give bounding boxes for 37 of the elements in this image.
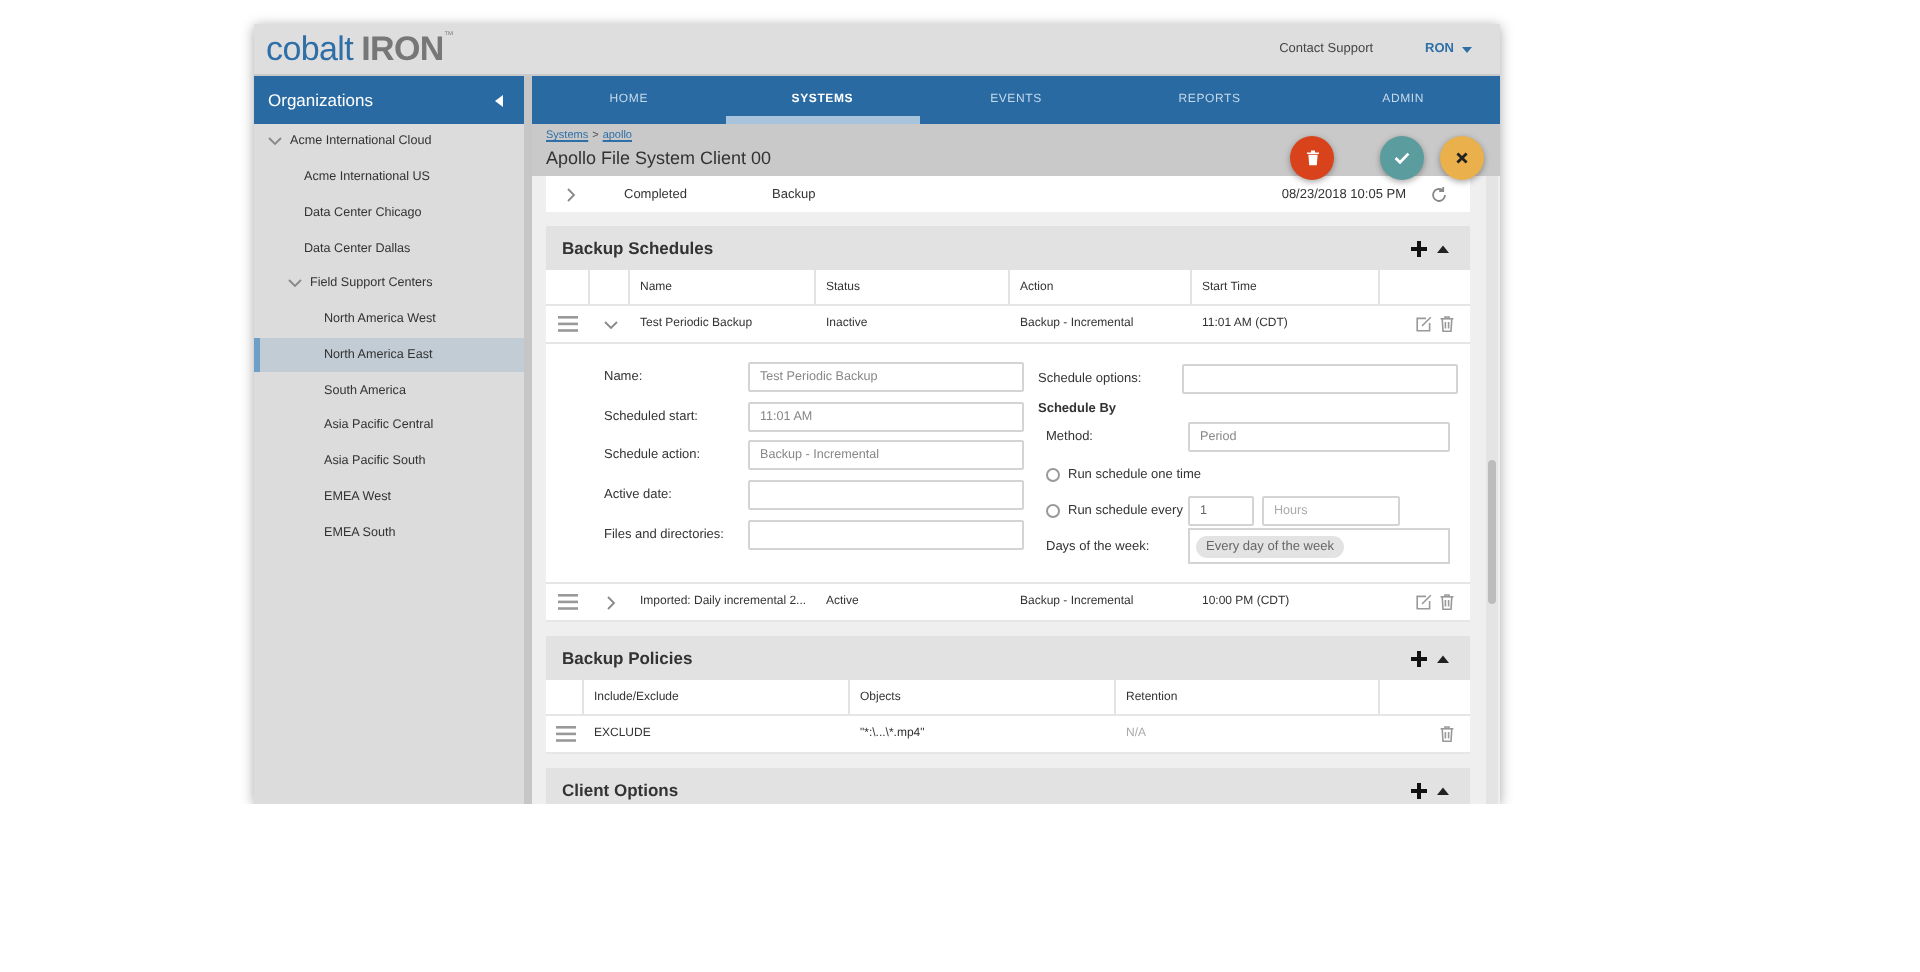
chevron-right-icon[interactable] — [566, 187, 576, 201]
input-field[interactable] — [1182, 363, 1458, 393]
refresh-icon[interactable] — [1429, 185, 1447, 203]
trash-icon — [1305, 150, 1319, 166]
section-title: Backup Schedules — [562, 238, 716, 258]
caret-up-icon[interactable] — [1436, 653, 1450, 663]
chevron-down-icon[interactable] — [603, 319, 617, 329]
chevron-down-icon[interactable] — [288, 278, 302, 289]
scrollbar[interactable] — [1486, 176, 1498, 804]
collapse-icon[interactable] — [494, 93, 504, 107]
plus-icon[interactable] — [1410, 649, 1428, 667]
radio-button[interactable] — [1046, 503, 1060, 517]
drag-handle-icon[interactable] — [555, 726, 575, 742]
scrollbar-thumb[interactable] — [1488, 460, 1496, 604]
input-field[interactable] — [748, 480, 1024, 511]
sidebar-title: Organizations — [268, 90, 373, 110]
chevron-down-icon[interactable] — [268, 136, 282, 147]
drag-handle-icon[interactable] — [558, 594, 578, 610]
caret-up-icon[interactable] — [1436, 243, 1450, 253]
edit-icon[interactable] — [1416, 594, 1432, 610]
section-title: Backup Policies — [562, 648, 695, 668]
plus-icon[interactable] — [1410, 239, 1428, 257]
check-icon — [1394, 152, 1410, 164]
trash-icon[interactable] — [1440, 726, 1454, 742]
chevron-right-icon[interactable] — [605, 595, 615, 609]
close-icon — [1456, 152, 1468, 164]
trash-icon[interactable] — [1440, 316, 1454, 332]
input-field[interactable] — [748, 519, 1024, 550]
edit-icon[interactable] — [1416, 316, 1432, 332]
trash-icon[interactable] — [1440, 594, 1454, 610]
caret-down-icon — [1462, 45, 1472, 53]
plus-icon[interactable] — [1410, 781, 1428, 799]
radio-button[interactable] — [1046, 467, 1060, 481]
page-title: Apollo File System Client 00 — [546, 148, 772, 168]
caret-up-icon[interactable] — [1436, 785, 1450, 795]
drag-handle-icon[interactable] — [558, 316, 578, 332]
section-title: Client Options — [562, 780, 681, 800]
